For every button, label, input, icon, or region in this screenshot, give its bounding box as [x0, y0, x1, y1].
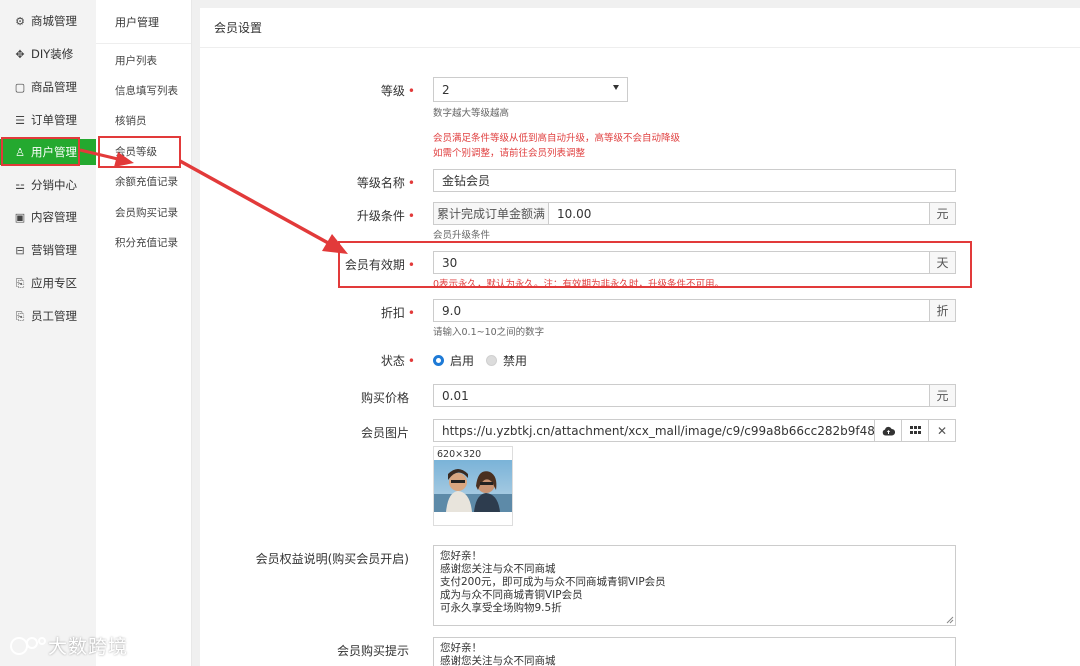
diy-icon: ✥: [15, 47, 25, 61]
upgrade-amount-input[interactable]: 10.00: [548, 202, 930, 225]
upload-cloud-icon[interactable]: [874, 419, 902, 442]
sidebar-item-label: 内容管理: [31, 210, 77, 224]
textarea-line: 成为与众不同商城青铜VIP会员: [440, 589, 583, 601]
subnav-member-purchase[interactable]: 会员购买记录: [96, 200, 191, 224]
marketing-icon: ⊟: [15, 243, 25, 257]
level-name-label: 等级名称 •: [356, 176, 415, 190]
primary-sidebar: ⚙ 商城管理 ✥ DIY装修 ▢ 商品管理 ☰ 订单管理 ♙ 用户管理 ⚍ 分销…: [0, 0, 96, 666]
grid-select-icon[interactable]: [901, 419, 929, 442]
sidebar-item-label: 应用专区: [31, 276, 77, 290]
discount-label: 折扣 •: [380, 306, 415, 320]
secondary-sidebar-title: 用户管理: [96, 0, 191, 44]
network-icon: ⚍: [15, 178, 25, 192]
sidebar-item-label: 商城管理: [31, 14, 77, 28]
watermark-text: 大数跨境: [48, 636, 129, 658]
subnav-points-recharge[interactable]: 积分充值记录: [96, 230, 191, 254]
purchase-tip-textarea[interactable]: 您好亲！ 感谢您关注与众不同商城: [433, 637, 956, 666]
image-size-label: 620×320: [437, 449, 482, 460]
textarea-line: 支付200元，即可成为与众不同商城青铜VIP会员: [440, 576, 666, 588]
radio-unchecked-icon: [486, 355, 497, 366]
subnav-info-list[interactable]: 信息填写列表: [96, 78, 191, 102]
benefits-label: 会员权益说明(购买会员开启): [255, 552, 409, 566]
sidebar-item-label: 商品管理: [31, 80, 77, 94]
sidebar-item-goods[interactable]: ▢ 商品管理: [0, 74, 96, 100]
status-enable-label: 启用: [450, 354, 475, 368]
content-icon: ▣: [14, 210, 26, 224]
level-warning-2: 如需个别调整，请前往会员列表调整: [433, 148, 586, 159]
secondary-sidebar: 用户管理 用户列表 信息填写列表 核销员 会员等级 余额充值记录 会员购买记录 …: [96, 0, 192, 666]
sidebar-item-label: 分销中心: [31, 178, 77, 192]
sidebar-item-orders[interactable]: ☰ 订单管理: [0, 107, 96, 133]
member-level-highlight-box: [98, 136, 181, 168]
sidebar-item-label: 订单管理: [31, 113, 77, 127]
textarea-line: 您好亲！: [440, 642, 482, 654]
app-icon: ⎘: [15, 276, 25, 290]
price-label: 购买价格: [360, 391, 409, 405]
level-warning-1: 会员满足条件等级从低到高自动升级，高等级不会自动降级: [433, 133, 681, 144]
level-label: 等级 •: [380, 84, 415, 98]
status-disable-radio[interactable]: 禁用: [486, 352, 527, 369]
status-disable-label: 禁用: [503, 354, 528, 368]
member-image-preview: 620×320: [433, 446, 513, 526]
upgrade-hint: 会员升级条件: [433, 230, 491, 241]
subnav-balance-recharge[interactable]: 余额充值记录: [96, 169, 191, 193]
upgrade-condition-type: 累计完成订单金额满: [433, 202, 549, 225]
order-icon: ☰: [15, 113, 25, 127]
watermark-logo: 大数跨境: [8, 632, 128, 659]
level-select[interactable]: 2: [433, 77, 628, 102]
users-highlight-box: [1, 137, 80, 166]
price-unit: 元: [929, 384, 956, 407]
purchase-tip-label: 会员购买提示: [336, 644, 409, 658]
upgrade-unit: 元: [929, 202, 956, 225]
upgrade-condition-label: 升级条件 •: [356, 209, 415, 223]
sidebar-item-content[interactable]: ▣ 内容管理: [0, 204, 96, 230]
textarea-line: 感谢您关注与众不同商城: [440, 655, 556, 666]
chevron-down-icon: [613, 85, 619, 90]
price-input[interactable]: 0.01: [433, 384, 930, 407]
level-select-value: 2: [442, 82, 450, 97]
staff-icon: ⎘: [15, 309, 25, 323]
level-name-input[interactable]: 金钻会员: [433, 169, 956, 192]
benefits-textarea[interactable]: 您好亲！ 感谢您关注与众不同商城 支付200元，即可成为与众不同商城青铜VIP会…: [433, 545, 956, 626]
image-label: 会员图片: [360, 426, 409, 440]
bag-icon: ▢: [14, 80, 26, 94]
textarea-line: 感谢您关注与众不同商城: [440, 563, 556, 575]
gear-icon: ⚙: [15, 14, 25, 28]
close-icon[interactable]: ✕: [928, 419, 956, 442]
status-enable-radio[interactable]: 启用: [433, 352, 474, 369]
subnav-verifier[interactable]: 核销员: [96, 108, 191, 132]
sidebar-item-marketing[interactable]: ⊟ 营销管理: [0, 237, 96, 263]
sidebar-item-label: 员工管理: [31, 309, 77, 323]
watermark-logo-icon: [10, 636, 46, 655]
discount-hint: 请输入0.1~10之间的数字: [433, 327, 545, 338]
discount-input[interactable]: 9.0: [433, 299, 930, 322]
status-label: 状态 •: [380, 354, 415, 368]
sidebar-item-label: DIY装修: [31, 47, 74, 61]
sidebar-item-label: 营销管理: [31, 243, 77, 257]
image-url-input[interactable]: https://u.yzbtkj.cn/attachment/xcx_mall/…: [433, 419, 875, 442]
validity-highlight-box: [338, 241, 972, 288]
sidebar-item-staff[interactable]: ⎘ 员工管理: [0, 303, 96, 329]
radio-checked-icon: [433, 355, 444, 366]
sidebar-item-distribution[interactable]: ⚍ 分销中心: [0, 172, 96, 198]
discount-unit: 折: [929, 299, 956, 322]
app-root: ⚙ 商城管理 ✥ DIY装修 ▢ 商品管理 ☰ 订单管理 ♙ 用户管理 ⚍ 分销…: [0, 0, 1080, 666]
textarea-line: 可永久享受全场购物9.5折: [440, 602, 562, 614]
textarea-line: 您好亲！: [440, 550, 482, 562]
sidebar-item-apps[interactable]: ⎘ 应用专区: [0, 270, 96, 296]
level-hint: 数字越大等级越高: [433, 108, 510, 119]
subnav-user-list[interactable]: 用户列表: [96, 48, 191, 72]
photo-thumbnail: [434, 460, 512, 512]
page-title: 会员设置: [200, 8, 1080, 48]
sidebar-item-diy[interactable]: ✥ DIY装修: [0, 41, 96, 67]
resize-handle-icon[interactable]: [946, 616, 954, 624]
sidebar-item-mall[interactable]: ⚙ 商城管理: [0, 8, 96, 34]
